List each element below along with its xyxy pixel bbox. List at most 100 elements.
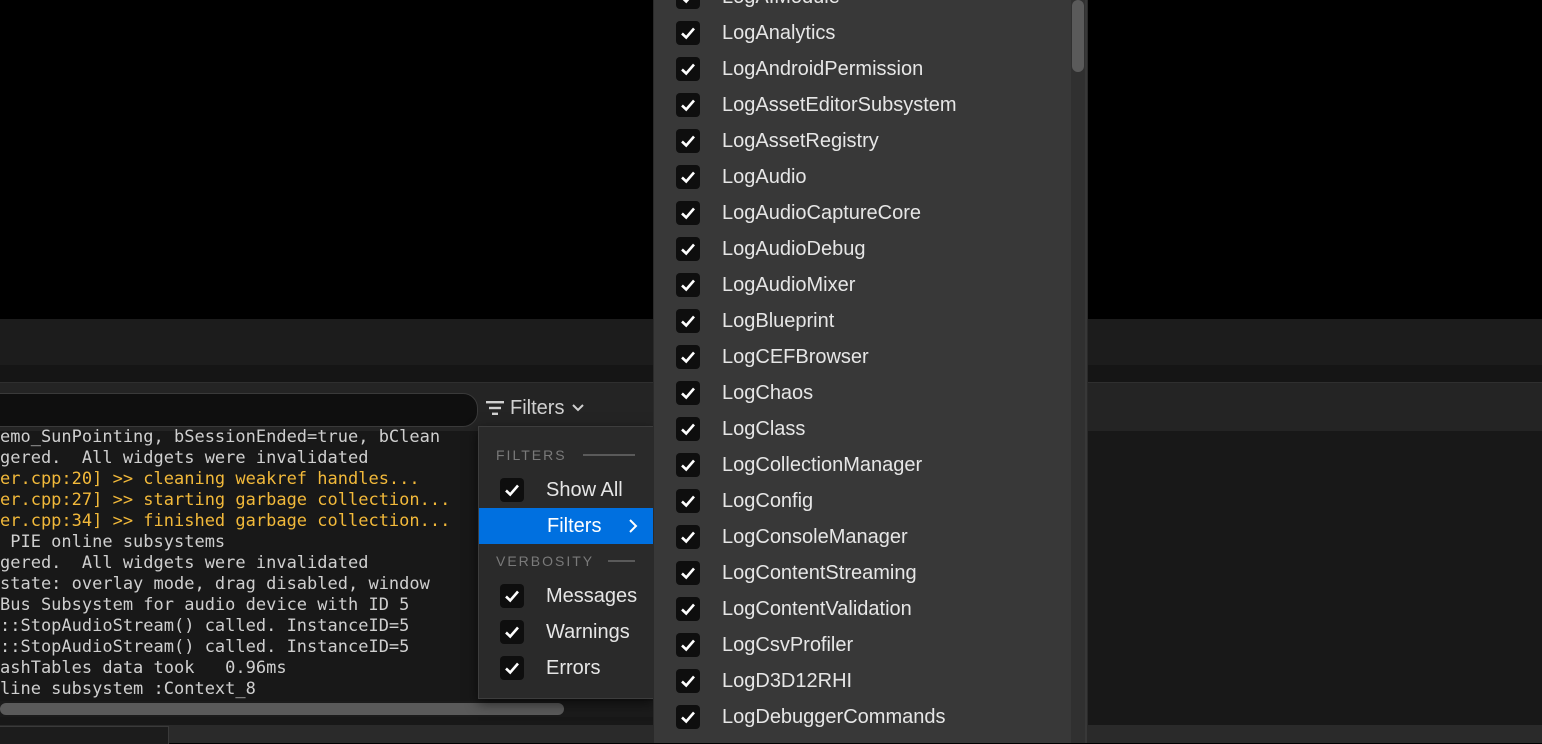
verbosity-checkbox[interactable] [500, 656, 524, 680]
category-checkbox[interactable] [676, 525, 700, 549]
category-item[interactable]: LogAIModule [654, 0, 1074, 15]
check-icon [681, 639, 695, 652]
category-label: LogAssetEditorSubsystem [722, 93, 957, 116]
category-item[interactable]: LogAssetRegistry [654, 123, 1074, 159]
check-icon [681, 171, 695, 184]
category-item[interactable]: LogAudioMixer [654, 267, 1074, 303]
category-label: LogChaos [722, 381, 814, 404]
category-label: LogConsoleManager [722, 525, 908, 548]
filters-section-header: FILTERS [496, 447, 567, 463]
category-item[interactable]: LogAssetEditorSubsystem [654, 87, 1074, 123]
category-checkbox[interactable] [676, 705, 700, 729]
category-label: LogAIModule [722, 0, 840, 9]
category-label: LogAudio [722, 165, 807, 188]
category-item[interactable]: LogClass [654, 411, 1074, 447]
category-checkbox[interactable] [676, 237, 700, 261]
check-icon [681, 27, 695, 40]
category-checkbox[interactable] [676, 273, 700, 297]
category-checkbox[interactable] [676, 453, 700, 477]
category-item[interactable]: LogChaos [654, 375, 1074, 411]
log-line: ::StopAudioStream() called. InstanceID=5 [0, 616, 410, 636]
check-icon [681, 99, 695, 112]
category-checkbox[interactable] [676, 57, 700, 81]
category-label: LogConfig [722, 489, 814, 512]
category-item[interactable]: LogDebuggerCommands [654, 699, 1074, 735]
check-icon [681, 63, 695, 76]
category-item[interactable]: LogConsoleManager [654, 519, 1074, 555]
verbosity-item-warnings[interactable]: Warnings [479, 614, 653, 650]
check-icon [681, 459, 695, 472]
category-checkbox[interactable] [676, 93, 700, 117]
category-checkbox[interactable] [676, 309, 700, 333]
category-item[interactable]: LogAudioCaptureCore [654, 195, 1074, 231]
category-item[interactable]: LogCsvProfiler [654, 627, 1074, 663]
category-label: LogCollectionManager [722, 453, 923, 476]
check-icon [681, 711, 695, 724]
check-icon [505, 590, 519, 603]
verbosity-label: Warnings [546, 620, 630, 643]
category-checkbox[interactable] [676, 633, 700, 657]
check-icon [682, 0, 690, 4]
show-all-checkbox[interactable] [500, 478, 524, 502]
log-line: state: overlay mode, drag disabled, wind… [0, 574, 430, 594]
check-icon [505, 626, 519, 639]
category-item[interactable]: LogAudio [654, 159, 1074, 195]
section-divider [608, 560, 635, 562]
category-checkbox[interactable] [676, 165, 700, 189]
category-checkbox[interactable] [676, 345, 700, 369]
category-item[interactable]: LogCEFBrowser [654, 339, 1074, 375]
search-log-input[interactable] [0, 393, 478, 427]
check-icon [681, 279, 695, 292]
verbosity-item-errors[interactable]: Errors [479, 650, 653, 686]
category-item[interactable]: LogAnalytics [654, 15, 1074, 51]
show-all-item[interactable]: Show All [479, 472, 653, 508]
category-label: LogAndroidPermission [722, 57, 924, 80]
log-line: gered. All widgets were invalidated [0, 448, 369, 468]
category-checkbox[interactable] [676, 669, 700, 693]
category-scrollbar[interactable] [1071, 0, 1085, 743]
check-icon [505, 484, 519, 497]
log-line: gered. All widgets were invalidated [0, 553, 369, 573]
log-line: er.cpp:20] >> cleaning weakref handles..… [0, 469, 420, 489]
category-checkbox[interactable] [676, 417, 700, 441]
log-line: ashTables data took 0.96ms [0, 658, 287, 678]
verbosity-checkbox[interactable] [500, 620, 524, 644]
category-checkbox[interactable] [676, 489, 700, 513]
category-item[interactable]: LogContentStreaming [654, 555, 1074, 591]
check-icon [681, 531, 695, 544]
category-checkbox[interactable] [676, 21, 700, 45]
verbosity-label: Messages [546, 584, 638, 607]
check-icon [681, 243, 695, 256]
category-label: LogCsvProfiler [722, 633, 854, 656]
category-item[interactable]: LogCollectionManager [654, 447, 1074, 483]
category-checkbox[interactable] [676, 129, 700, 153]
category-item[interactable]: LogConfig [654, 483, 1074, 519]
filter-icon [486, 401, 504, 415]
category-item[interactable]: LogContentValidation [654, 591, 1074, 627]
category-label: LogBlueprint [722, 309, 835, 332]
category-item[interactable]: LogAudioDebug [654, 231, 1074, 267]
filters-submenu-label: Filters [547, 514, 602, 537]
category-label: LogAnalytics [722, 21, 836, 44]
check-icon [681, 387, 695, 400]
category-item[interactable]: LogD3D12RHI [654, 663, 1074, 699]
status-bar-tab[interactable] [0, 726, 169, 744]
category-checkbox[interactable] [676, 561, 700, 585]
category-label: LogAudioMixer [722, 273, 856, 296]
category-label: LogAudioCaptureCore [722, 201, 922, 224]
log-line: ::StopAudioStream() called. InstanceID=5 [0, 637, 410, 657]
verbosity-section-header: VERBOSITY [496, 553, 595, 569]
category-scroll-thumb[interactable] [1072, 0, 1084, 72]
chevron-down-icon [572, 404, 585, 412]
filters-submenu-item[interactable]: Filters [479, 508, 653, 544]
verbosity-item-messages[interactable]: Messages [479, 578, 653, 614]
category-checkbox[interactable] [676, 597, 700, 621]
filters-dropdown-button[interactable]: Filters [484, 395, 586, 421]
category-item[interactable]: LogAndroidPermission [654, 51, 1074, 87]
category-item[interactable]: LogBlueprint [654, 303, 1074, 339]
category-checkbox[interactable] [676, 0, 700, 9]
category-checkbox[interactable] [676, 381, 700, 405]
log-horizontal-scroll-thumb[interactable] [0, 703, 564, 715]
verbosity-checkbox[interactable] [500, 584, 524, 608]
category-checkbox[interactable] [676, 201, 700, 225]
